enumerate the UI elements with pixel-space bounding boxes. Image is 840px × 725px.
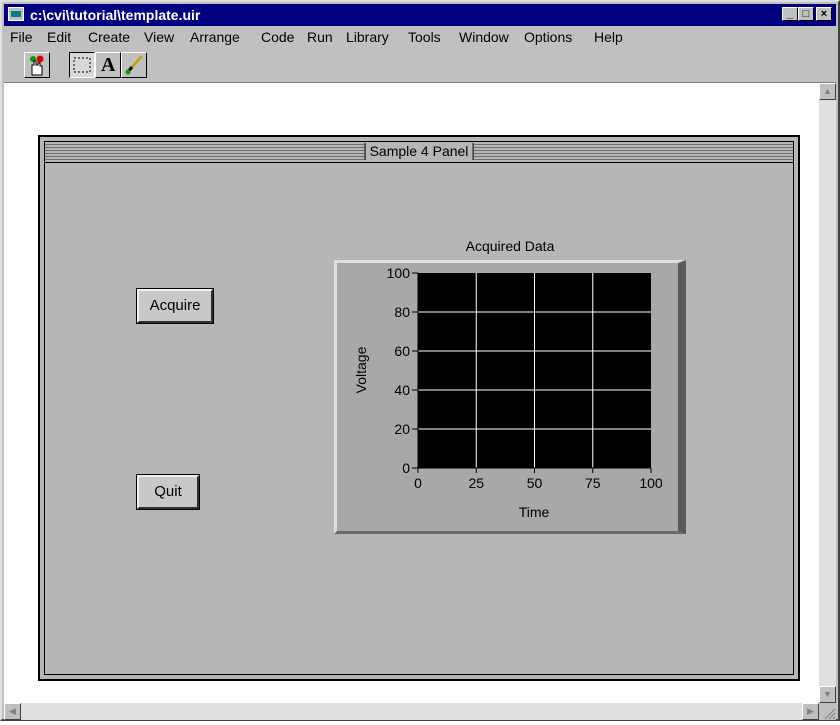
scroll-left-button[interactable]: ◀ [4,703,21,720]
y-tick-label: 100 [387,265,411,281]
menu-window[interactable]: Window [459,29,509,45]
resize-grip-icon[interactable] [819,703,836,720]
menu-code[interactable]: Code [261,29,294,45]
menu-view[interactable]: View [144,29,174,45]
sample-panel[interactable]: Sample 4 Panel Acquire Quit Acquired Dat… [38,135,800,681]
y-tick-label: 60 [394,343,410,359]
operate-tool-button[interactable] [24,52,50,78]
panel-title-bar[interactable]: Sample 4 Panel [45,142,793,163]
menu-help[interactable]: Help [594,29,623,45]
vertical-scrollbar[interactable]: ▲ ▼ [819,83,836,703]
minimize-button[interactable]: _ [782,7,798,21]
y-tick-label: 20 [394,421,410,437]
hand-pointer-icon [30,55,44,76]
letter-a-icon: A [101,54,116,76]
paintbrush-icon [125,55,143,75]
x-tick-label: 75 [585,475,601,491]
editor-area[interactable]: Sample 4 Panel Acquire Quit Acquired Dat… [4,82,836,720]
y-tick-label: 0 [402,460,410,476]
select-tool-button[interactable] [69,52,95,78]
menu-bar: File Edit Create View Arrange Code Run L… [4,26,836,48]
graph-title: Acquired Data [465,238,555,254]
menu-options[interactable]: Options [524,29,572,45]
app-icon[interactable] [8,7,24,21]
selection-rectangle-icon [73,57,91,73]
color-tool-button[interactable] [121,52,147,78]
y-tick-label: 80 [394,304,410,320]
close-button[interactable]: × [816,7,832,21]
x-axis-label: Time [519,504,550,520]
menu-create[interactable]: Create [88,29,130,45]
menu-arrange[interactable]: Arrange [190,29,240,45]
quit-button[interactable]: Quit [136,474,200,510]
y-tick-label: 40 [394,382,410,398]
panel-body[interactable]: Sample 4 Panel Acquire Quit Acquired Dat… [44,141,794,675]
panel-title: Sample 4 Panel [364,143,474,160]
text-tool-button[interactable]: A [95,52,121,78]
x-tick-label: 50 [527,475,543,491]
maximize-button[interactable]: □ [798,7,814,21]
menu-run[interactable]: Run [307,29,333,45]
title-bar[interactable]: c:\cvi\tutorial\template.uir _ □ × [4,4,836,26]
menu-library[interactable]: Library [346,29,389,45]
x-tick-label: 25 [468,475,484,491]
scroll-down-button[interactable]: ▼ [819,686,836,703]
horizontal-scrollbar[interactable]: ◀ ▶ [4,703,819,720]
menu-file[interactable]: File [10,29,33,45]
x-tick-label: 100 [639,475,663,491]
x-tick-label: 0 [414,475,422,491]
scroll-right-button[interactable]: ▶ [802,703,819,720]
scroll-up-button[interactable]: ▲ [819,83,836,100]
toolbar: A [4,50,836,80]
graph-plot[interactable]: 0 25 50 75 100 0 20 40 60 80 100 Time Voltage [334,260,686,534]
window-title: c:\cvi\tutorial\template.uir [30,7,201,23]
app-window: c:\cvi\tutorial\template.uir _ □ × File … [0,0,840,721]
menu-tools[interactable]: Tools [408,29,441,45]
menu-edit[interactable]: Edit [47,29,71,45]
acquire-button[interactable]: Acquire [136,288,214,324]
y-axis-label: Voltage [353,346,369,393]
